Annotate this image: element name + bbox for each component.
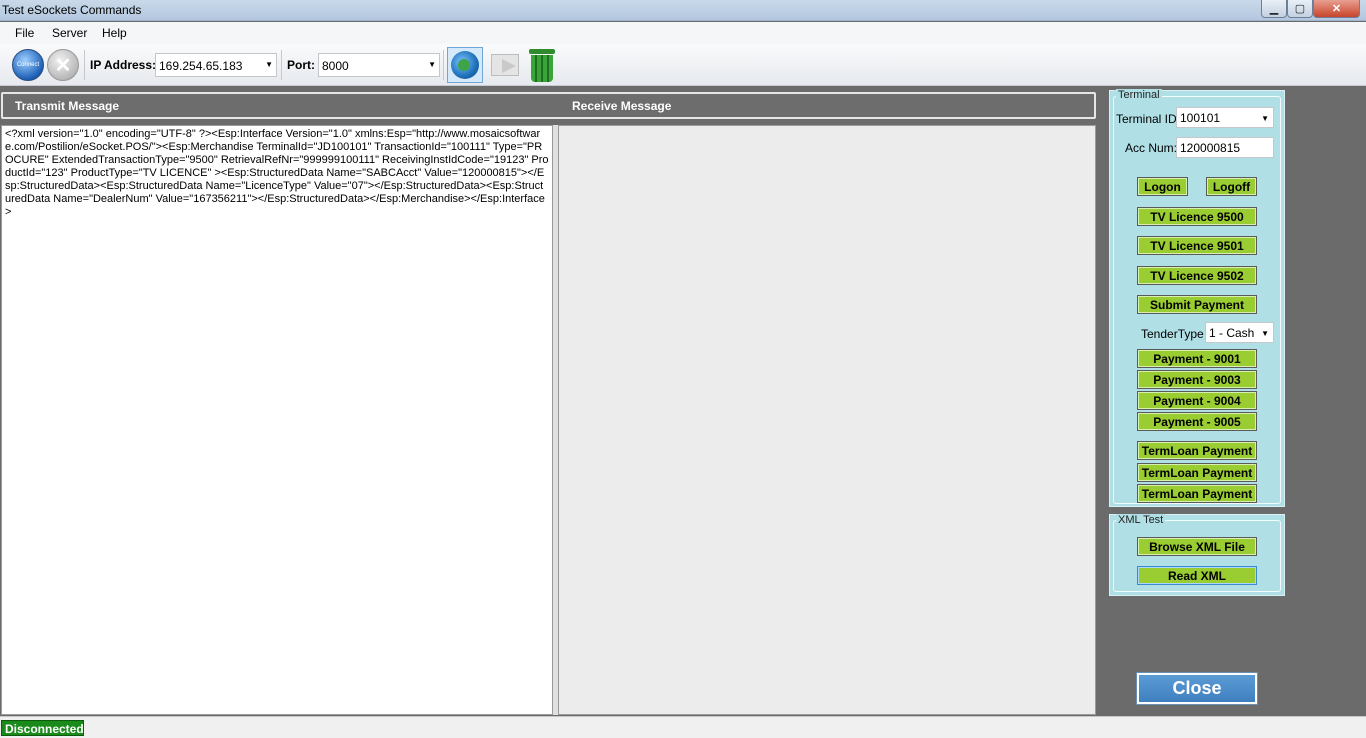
ip-address-value: 169.254.65.183 <box>159 59 243 73</box>
transmit-message-text[interactable]: <?xml version="1.0" encoding="UTF-8" ?><… <box>1 125 553 715</box>
title-bar: Test eSockets Commands ▁ ▢ ✕ <box>0 0 1366 21</box>
chevron-down-icon: ▼ <box>265 60 273 69</box>
message-header: Transmit Message Receive Message <box>1 92 1096 119</box>
connect-icon-text: Connect <box>16 62 40 68</box>
chevron-down-icon: ▼ <box>428 60 436 69</box>
menu-help[interactable]: Help <box>102 26 127 40</box>
close-icon: ✕ <box>1331 3 1342 15</box>
menu-file[interactable]: File <box>15 26 34 40</box>
toolbar-separator <box>443 50 444 80</box>
minimize-icon: ▁ <box>1269 3 1279 15</box>
toolbar: Connect ✕ IP Address: 169.254.65.183 ▼ P… <box>0 44 1366 86</box>
port-combo[interactable]: 8000 ▼ <box>318 53 440 77</box>
termloan-payment-button-2[interactable]: TermLoan Payment <box>1137 463 1257 482</box>
maximize-icon: ▢ <box>1294 3 1306 15</box>
browse-xml-file-button[interactable]: Browse XML File <box>1137 537 1257 556</box>
tender-type-label: TenderType <box>1141 327 1204 341</box>
submit-payment-button[interactable]: Submit Payment <box>1137 295 1257 314</box>
maximize-button[interactable]: ▢ <box>1287 0 1313 18</box>
disconnect-icon[interactable]: ✕ <box>47 49 79 81</box>
port-label: Port: <box>287 58 315 72</box>
logon-button[interactable]: Logon <box>1137 177 1188 196</box>
termloan-payment-button-3[interactable]: TermLoan Payment <box>1137 484 1257 503</box>
window-title: Test eSockets Commands <box>2 3 142 17</box>
xml-test-group: XML Test Browse XML File Read XML <box>1109 514 1285 596</box>
chevron-down-icon: ▼ <box>1261 329 1269 338</box>
connection-status-badge: Disconnected <box>1 720 84 736</box>
tv-licence-9502-button[interactable]: TV Licence 9502 <box>1137 266 1257 285</box>
close-button[interactable]: Close <box>1136 672 1258 705</box>
trash-icon[interactable] <box>527 49 557 82</box>
acc-num-input[interactable]: 120000815 <box>1176 137 1274 158</box>
menu-server[interactable]: Server <box>52 26 87 40</box>
ip-address-combo[interactable]: 169.254.65.183 ▼ <box>155 53 277 77</box>
tender-type-value: 1 - Cash <box>1209 326 1255 340</box>
toolbar-separator <box>84 50 85 80</box>
connect-icon[interactable]: Connect <box>12 49 44 81</box>
transmit-message-label: Transmit Message <box>15 99 120 113</box>
terminal-group-title: Terminal <box>1116 89 1162 101</box>
port-value: 8000 <box>322 59 349 73</box>
acc-num-value: 120000815 <box>1180 141 1241 155</box>
payment-9004-button[interactable]: Payment - 9004 <box>1137 391 1257 410</box>
receive-message-text[interactable] <box>558 125 1096 715</box>
tv-licence-9500-button[interactable]: TV Licence 9500 <box>1137 207 1257 226</box>
disconnect-icon-glyph: ✕ <box>54 54 72 77</box>
receive-message-label: Receive Message <box>572 99 672 113</box>
tender-type-combo[interactable]: 1 - Cash ▼ <box>1205 322 1274 343</box>
chevron-down-icon: ▼ <box>1261 114 1269 123</box>
payment-9005-button[interactable]: Payment - 9005 <box>1137 412 1257 431</box>
termloan-payment-button-1[interactable]: TermLoan Payment <box>1137 441 1257 460</box>
menu-bar: File Server Help <box>0 22 1366 44</box>
tv-licence-9501-button[interactable]: TV Licence 9501 <box>1137 236 1257 255</box>
terminal-id-label: Terminal ID: <box>1116 112 1181 126</box>
read-xml-button[interactable]: Read XML <box>1137 566 1257 585</box>
globe-icon[interactable] <box>447 47 483 83</box>
ip-address-label: IP Address: <box>90 58 157 72</box>
payment-9003-button[interactable]: Payment - 9003 <box>1137 370 1257 389</box>
terminal-id-value: 100101 <box>1180 111 1221 125</box>
status-bar: Disconnected <box>0 716 1366 738</box>
terminal-id-combo[interactable]: 100101 ▼ <box>1176 107 1274 128</box>
minimize-button[interactable]: ▁ <box>1261 0 1287 18</box>
logoff-button[interactable]: Logoff <box>1206 177 1257 196</box>
toolbar-separator <box>281 50 282 80</box>
acc-num-label: Acc Num: <box>1125 141 1178 155</box>
payment-9001-button[interactable]: Payment - 9001 <box>1137 349 1257 368</box>
send-mail-icon[interactable] <box>489 48 523 82</box>
window-close-button[interactable]: ✕ <box>1313 0 1360 18</box>
xml-test-group-title: XML Test <box>1116 514 1166 526</box>
terminal-group: Terminal Terminal ID: 100101 ▼ Acc Num: … <box>1109 89 1285 507</box>
